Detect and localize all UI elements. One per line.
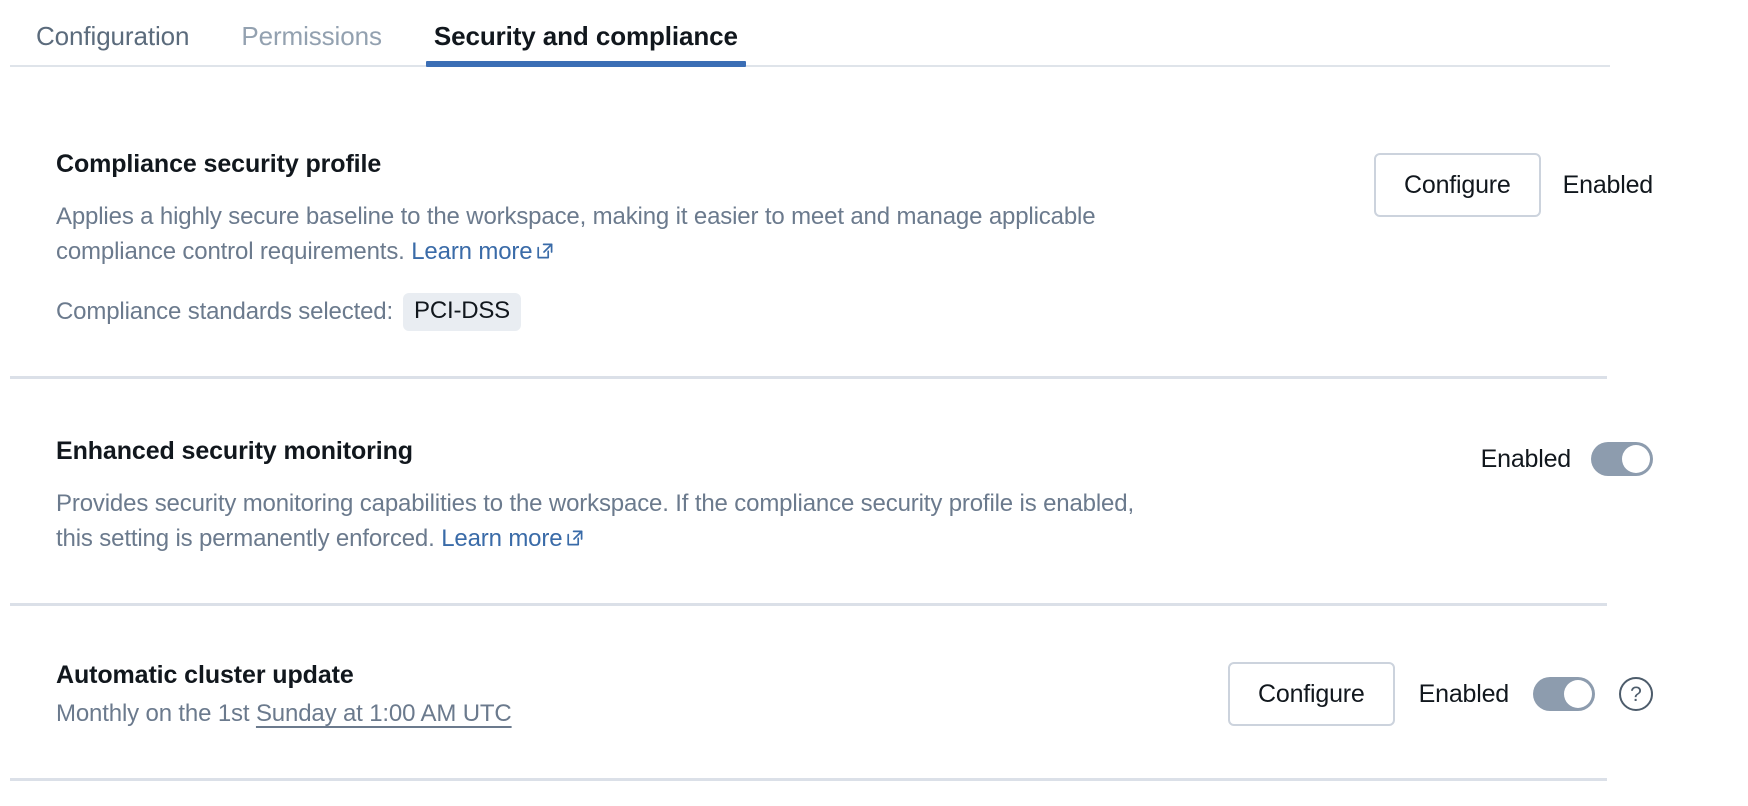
compliance-controls: Configure Enabled <box>1374 149 1653 217</box>
toggle-knob <box>1622 445 1650 473</box>
cluster-body: Automatic cluster update Monthly on the … <box>56 660 1228 731</box>
compliance-body: Compliance security profile Applies a hi… <box>56 149 1374 331</box>
compliance-standards-label: Compliance standards selected: <box>56 296 393 328</box>
help-circle-icon[interactable]: ? <box>1619 677 1653 711</box>
row-divider <box>10 778 1607 781</box>
compliance-title: Compliance security profile <box>56 149 1350 179</box>
external-link-icon <box>565 523 585 558</box>
compliance-description: Applies a highly secure baseline to the … <box>56 199 1176 271</box>
cluster-schedule: Monthly on the 1st Sunday at 1:00 AM UTC <box>56 696 1176 731</box>
setting-row-automatic-cluster-update: Automatic cluster update Monthly on the … <box>0 606 1748 781</box>
compliance-configure-button[interactable]: Configure <box>1374 153 1541 217</box>
compliance-learn-more-link[interactable]: Learn more <box>411 238 555 265</box>
monitoring-body: Enhanced security monitoring Provides se… <box>56 436 1481 558</box>
external-link-icon <box>535 236 555 271</box>
cluster-status-text: Enabled <box>1419 680 1509 708</box>
setting-row-enhanced-security-monitoring: Enhanced security monitoring Provides se… <box>0 379 1748 606</box>
compliance-standard-badge: PCI-DSS <box>403 293 521 331</box>
monitoring-learn-more-label: Learn more <box>441 525 562 552</box>
tab-security-and-compliance[interactable]: Security and compliance <box>408 21 764 67</box>
monitoring-toggle[interactable] <box>1591 442 1653 476</box>
cluster-title: Automatic cluster update <box>56 660 1204 690</box>
monitoring-description-text: Provides security monitoring capabilitie… <box>56 490 1134 552</box>
monitoring-learn-more-link[interactable]: Learn more <box>441 525 585 552</box>
monitoring-description: Provides security monitoring capabilitie… <box>56 486 1176 558</box>
cluster-schedule-prefix: Monthly on the 1st <box>56 700 249 727</box>
monitoring-title: Enhanced security monitoring <box>56 436 1457 466</box>
cluster-schedule-link[interactable]: Sunday at 1:00 AM UTC <box>256 700 512 727</box>
setting-row-compliance-security-profile: Compliance security profile Applies a hi… <box>0 67 1748 379</box>
compliance-status-text: Enabled <box>1563 171 1653 199</box>
cluster-toggle[interactable] <box>1533 677 1595 711</box>
compliance-standards-row: Compliance standards selected: PCI-DSS <box>56 293 1350 331</box>
monitoring-controls: Enabled <box>1481 436 1653 476</box>
cluster-configure-button[interactable]: Configure <box>1228 662 1395 726</box>
monitoring-status-text: Enabled <box>1481 445 1571 473</box>
compliance-description-text: Applies a highly secure baseline to the … <box>56 203 1095 265</box>
tab-configuration[interactable]: Configuration <box>10 21 215 67</box>
tab-permissions[interactable]: Permissions <box>215 21 408 67</box>
compliance-learn-more-label: Learn more <box>411 238 532 265</box>
tab-list: Configuration Permissions Security and c… <box>10 0 1738 67</box>
settings-list: Compliance security profile Applies a hi… <box>0 67 1748 781</box>
tab-bar: Configuration Permissions Security and c… <box>0 0 1748 67</box>
cluster-controls: Configure Enabled ? <box>1228 660 1653 726</box>
toggle-knob <box>1564 680 1592 708</box>
